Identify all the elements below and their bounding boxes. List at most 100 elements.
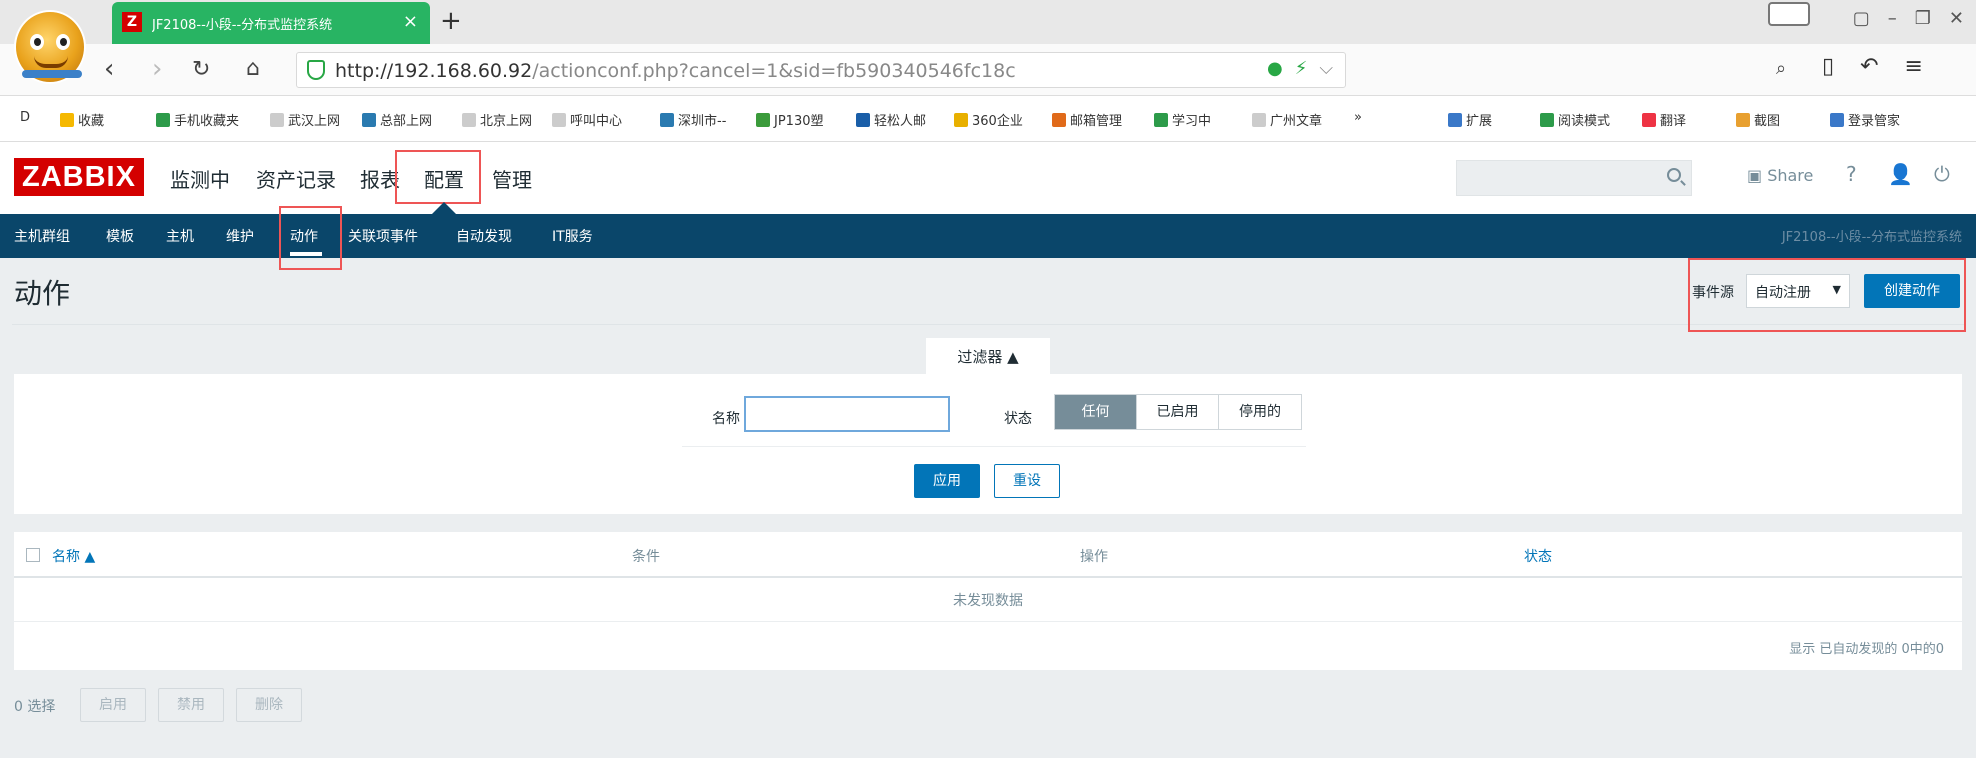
subnav-maintenance[interactable]: 维护 bbox=[226, 226, 254, 246]
configuration-highlight-box bbox=[395, 150, 481, 204]
bookmark-item[interactable]: 360企业 bbox=[954, 110, 1023, 129]
bookmark-item[interactable]: 邮箱管理 bbox=[1052, 110, 1122, 129]
bookmark-item[interactable]: 广州文章 bbox=[1252, 110, 1322, 129]
window-controls: ▢ – ❐ ✕ bbox=[1853, 8, 1964, 29]
maximize-icon[interactable]: ❐ bbox=[1915, 8, 1931, 29]
enable-button[interactable]: 启用 bbox=[80, 688, 146, 722]
column-name[interactable]: 名称 ▲ bbox=[52, 546, 95, 566]
actions-table: 名称 ▲ 条件 操作 状态 未发现数据 显示 已自动发现的 0中的0 bbox=[14, 532, 1962, 670]
tab-title: JF2108--小段--分布式监控系统 bbox=[152, 18, 333, 33]
bookmark-item[interactable]: 扩展 bbox=[1448, 110, 1492, 129]
status-option-any[interactable]: 任何 bbox=[1055, 395, 1137, 429]
user-profile-icon[interactable]: 👤 bbox=[1888, 162, 1913, 186]
search-input[interactable] bbox=[1456, 160, 1692, 196]
bookmark-item[interactable]: 呼叫中心 bbox=[552, 110, 622, 129]
home-icon[interactable]: ⌂ bbox=[246, 56, 260, 81]
event-source-select[interactable]: 自动注册 ▼ bbox=[1746, 274, 1850, 308]
zabbix-logo[interactable]: ZABBIX bbox=[14, 158, 144, 196]
bookmarks-toggle-icon[interactable]: D bbox=[20, 110, 30, 125]
active-menu-caret bbox=[432, 202, 456, 214]
reload-icon[interactable]: ↻ bbox=[192, 57, 210, 82]
menu-administration[interactable]: 管理 bbox=[492, 164, 532, 193]
bookmark-item[interactable]: 深圳市-- bbox=[660, 110, 726, 129]
back-icon[interactable]: ‹ bbox=[104, 54, 114, 84]
restore-icon[interactable]: ▢ bbox=[1853, 8, 1870, 29]
actions-highlight-box bbox=[279, 206, 342, 270]
create-action-button[interactable]: 创建动作 bbox=[1864, 274, 1960, 308]
menu-inventory[interactable]: 资产记录 bbox=[256, 164, 336, 193]
filter-name-input[interactable] bbox=[744, 396, 950, 432]
undo-icon[interactable]: ↶ bbox=[1860, 54, 1878, 79]
bookmark-item[interactable]: 登录管家 bbox=[1830, 110, 1900, 129]
subnav-host-groups[interactable]: 主机群组 bbox=[14, 226, 70, 246]
browser-tab-bar: Z JF2108--小段--分布式监控系统 × + ▢ – ❐ ✕ bbox=[0, 0, 1976, 44]
url-host: http://192.168.60.92 bbox=[335, 60, 533, 82]
status-option-enabled[interactable]: 已启用 bbox=[1137, 395, 1219, 429]
filter-status-label: 状态 bbox=[1004, 411, 1032, 427]
bookmarks-bar: D 收藏 手机收藏夹 武汉上网 总部上网 北京上网 呼叫中心 深圳市-- JP1… bbox=[0, 96, 1976, 142]
lightning-icon[interactable]: ⚡ bbox=[1295, 58, 1308, 79]
title-divider bbox=[12, 324, 1964, 325]
menu-reports[interactable]: 报表 bbox=[360, 164, 400, 193]
minimize-icon[interactable]: – bbox=[1888, 8, 1897, 29]
bookmark-item[interactable]: 轻松人邮 bbox=[856, 110, 926, 129]
sign-out-icon[interactable]: ⏻ bbox=[1934, 162, 1950, 186]
refresh-circle-icon[interactable]: ● bbox=[1267, 58, 1283, 79]
column-status[interactable]: 状态 bbox=[1524, 546, 1552, 566]
event-source-label: 事件源 bbox=[1692, 285, 1734, 301]
filter-panel: 名称 状态 任何 已启用 停用的 应用 重设 bbox=[14, 374, 1962, 514]
filter-toggle-tab[interactable]: 过滤器 ▲ bbox=[926, 338, 1050, 374]
more-bookmarks-icon[interactable]: » bbox=[1354, 110, 1362, 125]
bookmark-item[interactable]: JP130塑 bbox=[756, 110, 824, 129]
bookmark-item[interactable]: 阅读模式 bbox=[1540, 110, 1610, 129]
column-conditions: 条件 bbox=[632, 549, 660, 565]
apply-button[interactable]: 应用 bbox=[914, 464, 980, 498]
column-operations: 操作 bbox=[1080, 549, 1108, 565]
menu-icon[interactable]: ≡ bbox=[1905, 54, 1923, 79]
forward-icon[interactable]: › bbox=[152, 54, 162, 84]
subnav-hosts[interactable]: 主机 bbox=[166, 226, 194, 246]
status-segmented-control: 任何 已启用 停用的 bbox=[1054, 394, 1302, 430]
url-path: /actionconf.php?cancel=1&sid=fb590340546… bbox=[532, 60, 1016, 82]
window-thumbnail-icon[interactable] bbox=[1768, 2, 1810, 26]
dropdown-chevron-icon[interactable]: ⌵ bbox=[1319, 58, 1333, 79]
new-tab-button[interactable]: + bbox=[440, 6, 462, 36]
url-input[interactable]: http://192.168.60.92/actionconf.php?canc… bbox=[296, 52, 1346, 88]
menu-monitoring[interactable]: 监测中 bbox=[170, 164, 230, 193]
bookmark-item[interactable]: 翻译 bbox=[1642, 110, 1686, 129]
subnav-it-services[interactable]: IT服务 bbox=[552, 226, 593, 246]
selected-count: 0 选择 bbox=[14, 699, 56, 715]
bookmark-item[interactable]: 手机收藏夹 bbox=[156, 110, 239, 129]
bookmark-item[interactable]: 北京上网 bbox=[462, 110, 532, 129]
delete-button[interactable]: 删除 bbox=[236, 688, 302, 722]
subnav-correlation[interactable]: 关联项事件 bbox=[348, 226, 418, 246]
bookmark-item[interactable]: 学习中 bbox=[1154, 110, 1211, 129]
phone-icon[interactable]: ▯ bbox=[1822, 54, 1834, 79]
select-all-checkbox[interactable] bbox=[26, 548, 40, 562]
bookmark-item[interactable]: 收藏 bbox=[60, 110, 104, 129]
system-name: JF2108--小段--分布式监控系统 bbox=[1781, 230, 1962, 245]
bookmark-item[interactable]: 总部上网 bbox=[362, 110, 432, 129]
bookmark-item[interactable]: 武汉上网 bbox=[270, 110, 340, 129]
tab-close-icon[interactable]: × bbox=[403, 11, 418, 32]
page-title: 动作 bbox=[14, 277, 71, 310]
share-button[interactable]: ▣ Share bbox=[1747, 166, 1813, 185]
bookmark-item[interactable]: 截图 bbox=[1736, 110, 1780, 129]
zabbix-header: ZABBIX 监测中 资产记录 报表 配置 管理 ▣ Share ? 👤 ⏻ bbox=[0, 142, 1976, 214]
help-icon[interactable]: ? bbox=[1846, 162, 1857, 186]
status-option-disabled[interactable]: 停用的 bbox=[1219, 395, 1301, 429]
reset-button[interactable]: 重设 bbox=[994, 464, 1060, 498]
table-footer-count: 显示 已自动发现的 0中的0 bbox=[1789, 642, 1944, 657]
select-arrow-icon: ▼ bbox=[1832, 283, 1841, 296]
filter-name-label: 名称 bbox=[712, 411, 740, 427]
browser-tab-active[interactable]: Z JF2108--小段--分布式监控系统 × bbox=[112, 2, 430, 44]
search-engine-icon[interactable]: ⌕ bbox=[1776, 58, 1786, 79]
disable-button[interactable]: 禁用 bbox=[158, 688, 224, 722]
empty-table-message: 未发现数据 bbox=[14, 580, 1962, 622]
subnav-discovery[interactable]: 自动发现 bbox=[456, 226, 512, 246]
close-window-icon[interactable]: ✕ bbox=[1949, 8, 1964, 29]
browser-avatar-icon[interactable] bbox=[14, 10, 86, 84]
search-icon[interactable] bbox=[1667, 168, 1681, 182]
subnav-templates[interactable]: 模板 bbox=[106, 226, 134, 246]
table-header-row: 名称 ▲ 条件 操作 状态 bbox=[14, 532, 1962, 578]
